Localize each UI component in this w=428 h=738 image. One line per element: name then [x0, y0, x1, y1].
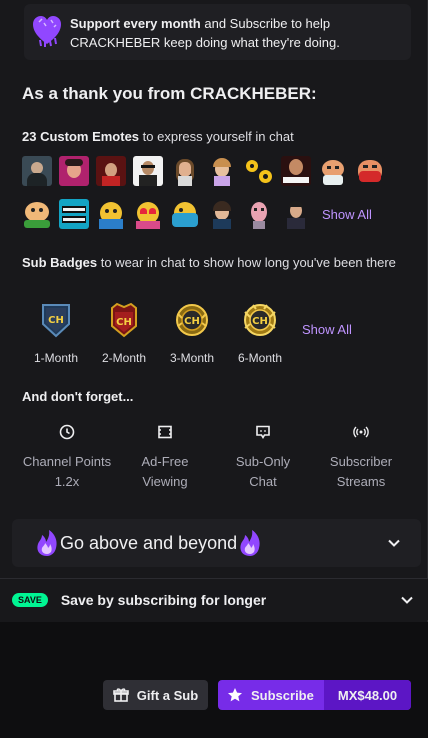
badge-3-month[interactable]: CH 3-Month — [158, 302, 226, 365]
badge-text: CH — [48, 315, 64, 326]
purple-heart-icon — [33, 16, 61, 47]
badge-2-month-icon: CH — [111, 302, 137, 338]
go-above-label-wrap: Go above and beyond — [34, 529, 387, 557]
perk-line1: Channel Points — [22, 454, 112, 469]
subscription-panel: Support every month and Subscribe to hel… — [0, 0, 428, 622]
thanks-title: As a thank you from CRACKHEBER: — [22, 84, 317, 103]
emote[interactable] — [281, 156, 311, 186]
channel-points-icon — [59, 424, 75, 440]
support-card: Support every month and Subscribe to hel… — [24, 4, 411, 60]
emote-row-2: Show All — [22, 199, 372, 229]
gift-a-sub-button[interactable]: Gift a Sub — [103, 680, 208, 710]
support-bold: Support every month — [70, 16, 201, 31]
subscribe-left: Subscribe — [218, 687, 324, 703]
broadcast-icon — [353, 426, 369, 438]
chevron-down-icon — [388, 539, 400, 547]
star-icon — [228, 688, 242, 702]
badge-text: CH — [116, 317, 132, 328]
perk-channel-points: Channel Points 1.2x — [18, 424, 116, 492]
perk-subscriber-streams: Subscriber Streams — [312, 424, 410, 492]
perk-sub-only-chat: Sub-Only Chat — [214, 424, 312, 492]
emote-row-1 — [22, 156, 385, 186]
emote[interactable] — [59, 156, 89, 186]
save-label: Save by subscribing for longer — [60, 591, 267, 608]
emote[interactable] — [133, 199, 163, 229]
support-text: Support every month and Subscribe to hel… — [70, 14, 399, 52]
gift-label: Gift a Sub — [136, 687, 199, 703]
save-badge: SAVE — [12, 592, 48, 607]
chevron-down-icon — [401, 596, 413, 604]
emote[interactable] — [281, 199, 311, 229]
perk-ad-free: Ad-Free Viewing — [116, 424, 214, 492]
badges-show-all-link[interactable]: Show All — [302, 322, 352, 365]
perk-line1: Subscriber — [329, 454, 393, 469]
badges-title: Sub Badges to wear in chat to show how l… — [22, 254, 402, 272]
emotes-title-bold: 23 Custom Emotes — [22, 129, 140, 144]
emote[interactable] — [318, 156, 348, 186]
emotes-title-rest: to express yourself in chat — [139, 129, 294, 144]
perk-line2: Streams — [336, 474, 386, 489]
badge-label: 1-Month — [33, 351, 79, 365]
save-by-subscribing-toggle[interactable]: SAVE Save by subscribing for longer — [0, 578, 428, 620]
badge-1-month-icon: CH — [42, 304, 70, 338]
badges-title-rest: to wear in chat to show how long you've … — [97, 255, 396, 270]
purple-flame-icon — [37, 530, 57, 556]
gift-icon — [112, 688, 129, 702]
badge-6-month[interactable]: CH 6-Month — [226, 302, 294, 365]
badge-6-month-icon: CH — [244, 304, 276, 336]
emote[interactable] — [355, 156, 385, 186]
emote[interactable] — [244, 156, 274, 186]
badges-title-bold: Sub Badges — [22, 255, 98, 270]
purple-flame-icon — [240, 530, 260, 556]
perk-line2: Chat — [249, 474, 277, 489]
subscribe-label: Subscribe — [251, 687, 314, 703]
subscribe-price: MX$48.00 — [324, 680, 411, 710]
emote[interactable] — [22, 199, 52, 229]
badge-text: CH — [252, 316, 268, 327]
emote[interactable] — [96, 199, 126, 229]
badge-label: 3-Month — [169, 351, 215, 365]
badge-label: 6-Month — [237, 351, 283, 365]
subscribe-button[interactable]: Subscribe MX$48.00 — [218, 680, 411, 710]
perk-line1: Sub-Only — [235, 454, 291, 469]
emotes-title: 23 Custom Emotes to express yourself in … — [22, 128, 294, 146]
perk-line2: Viewing — [142, 474, 188, 489]
emote[interactable] — [59, 199, 89, 229]
dont-forget-title: And don't forget... — [22, 389, 134, 404]
badge-2-month[interactable]: CH 2-Month — [90, 302, 158, 365]
badge-3-month-icon: CH — [176, 304, 208, 336]
emote[interactable] — [170, 199, 200, 229]
emote[interactable] — [170, 156, 200, 186]
sub-badges-row: CH 1-Month CH 2-Month CH 3-Month CH 6-Mo… — [22, 302, 352, 365]
badge-text: CH — [184, 316, 200, 327]
emote[interactable] — [244, 199, 274, 229]
badge-label: 2-Month — [101, 351, 147, 365]
emotes-show-all-link[interactable]: Show All — [322, 207, 372, 222]
perks-row: Channel Points 1.2x Ad-Free Viewing Sub-… — [18, 424, 410, 492]
chat-icon — [256, 425, 270, 440]
go-above-and-beyond-toggle[interactable]: Go above and beyond — [12, 519, 421, 567]
perk-line2: 1.2x — [54, 474, 80, 489]
go-above-label: Go above and beyond — [60, 532, 238, 553]
emote[interactable] — [207, 156, 237, 186]
emote[interactable] — [96, 156, 126, 186]
emote[interactable] — [207, 199, 237, 229]
badge-1-month[interactable]: CH 1-Month — [22, 302, 90, 365]
ad-free-icon — [158, 425, 172, 439]
emote[interactable] — [133, 156, 163, 186]
perk-line1: Ad-Free — [141, 454, 189, 469]
emote[interactable] — [22, 156, 52, 186]
